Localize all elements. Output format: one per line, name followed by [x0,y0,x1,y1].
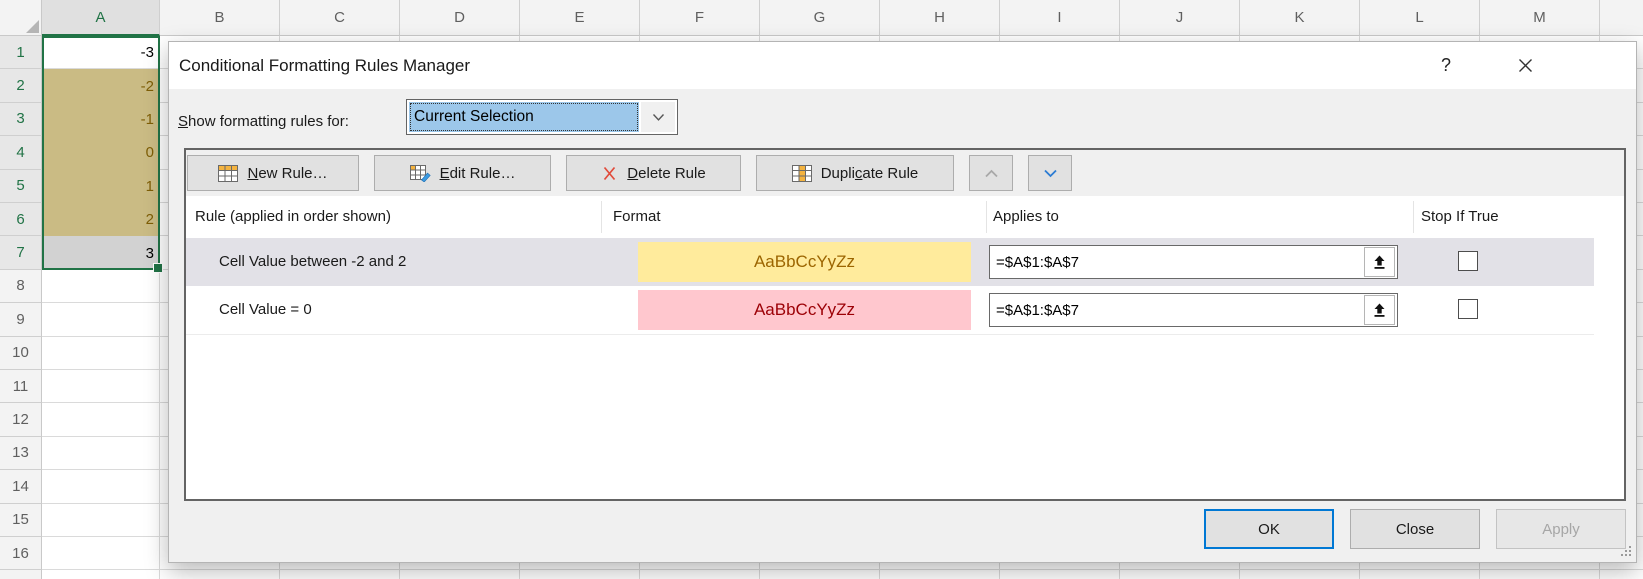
row-header-10[interactable]: 10 [0,337,42,370]
apply-button[interactable]: Apply [1496,509,1626,549]
row-header-9[interactable]: 9 [0,303,42,336]
row-header-1[interactable]: 1 [0,36,42,69]
applies-to-input[interactable] [989,293,1398,327]
row-header-3[interactable]: 3 [0,103,42,136]
cell-a1[interactable]: -3 [43,36,159,69]
select-all-corner[interactable] [0,0,42,36]
show-rules-label: Show formatting rules for: [178,108,349,136]
button-label: Duplicate Rule [821,165,919,182]
edit-rule-button[interactable]: Edit Rule… [374,155,551,191]
resize-grip[interactable] [1618,543,1631,556]
column-header-c[interactable]: C [280,0,400,36]
row-header-14[interactable]: 14 [0,470,42,503]
header-stop-if-true: Stop If True [1421,196,1499,238]
column-header-j[interactable]: J [1120,0,1240,36]
column-header-a[interactable]: A [42,0,160,36]
cell-a2[interactable]: -2 [43,69,159,102]
row-header-5[interactable]: 5 [0,170,42,203]
duplicate-rule-button[interactable]: Duplicate Rule [756,155,954,191]
rule-description: Cell Value between -2 and 2 [219,238,406,286]
combo-selected-value: Current Selection [409,102,639,132]
header-format: Format [613,196,661,238]
header-applies-to: Applies to [993,196,1059,238]
cell-a6[interactable]: 2 [43,203,159,236]
delete-x-icon [601,166,618,181]
column-header-m[interactable]: M [1480,0,1600,36]
column-header-filler [1600,0,1643,36]
excel-window: ABCDEFGHIJKLM 12345678910111213141516 -3… [0,0,1643,579]
cf-rules-manager-dialog: Conditional Formatting Rules Manager ? S… [168,41,1637,563]
rules-toolbar: New Rule… Edit Rule… Delete Rule Duplicate … [186,150,1624,196]
format-preview: AaBbCcYyZz [638,290,971,330]
gridline [42,570,1643,579]
column-header-k[interactable]: K [1240,0,1360,36]
format-preview: AaBbCcYyZz [638,242,971,282]
chevron-up-icon [984,169,999,178]
cell-a3[interactable]: -1 [43,103,159,136]
column-header-d[interactable]: D [400,0,520,36]
dialog-title: Conditional Formatting Rules Manager [179,42,470,89]
move-up-button[interactable] [969,155,1013,191]
rules-container: New Rule… Edit Rule… Delete Rule Duplicate … [184,148,1626,501]
column-header-g[interactable]: G [760,0,880,36]
cell-a5[interactable]: 1 [43,170,159,203]
table-edit-icon [410,165,431,182]
column-separator [1413,201,1414,233]
column-header-l[interactable]: L [1360,0,1480,36]
row-header-15[interactable]: 15 [0,504,42,537]
row-header-4[interactable]: 4 [0,136,42,169]
button-label: Edit Rule… [440,165,516,182]
column-header-f[interactable]: F [640,0,760,36]
rule-description: Cell Value = 0 [219,286,312,334]
cell-a4[interactable]: 0 [43,136,159,169]
row-header-2[interactable]: 2 [0,69,42,102]
help-icon[interactable]: ? [1434,42,1458,89]
row-header-16[interactable]: 16 [0,537,42,570]
close-icon[interactable] [1510,42,1540,89]
range-select-button[interactable] [1364,247,1395,277]
column-separator [986,201,987,233]
table-new-icon [218,165,238,182]
cell-a7[interactable]: 3 [43,236,159,269]
rule-row-1[interactable]: Cell Value between -2 and 2 AaBbCcYyZz [186,238,1594,286]
applies-to-input[interactable] [989,245,1398,279]
row-header-filler [0,570,42,579]
dialog-titlebar[interactable]: Conditional Formatting Rules Manager ? [169,42,1636,89]
button-label: New Rule… [247,165,327,182]
close-button[interactable]: Close [1350,509,1480,549]
delete-rule-button[interactable]: Delete Rule [566,155,741,191]
table-duplicate-icon [792,165,812,182]
stop-if-true-checkbox[interactable] [1458,299,1478,319]
header-rule: Rule (applied in order shown) [195,196,391,238]
column-separator [601,201,602,233]
move-down-button[interactable] [1028,155,1072,191]
stop-if-true-checkbox[interactable] [1458,251,1478,271]
chevron-down-icon[interactable] [641,102,675,132]
column-header-b[interactable]: B [160,0,280,36]
select-all-triangle-icon [26,20,39,33]
rule-row-2[interactable]: Cell Value = 0 AaBbCcYyZz [186,286,1594,334]
range-select-button[interactable] [1364,295,1395,325]
column-header-i[interactable]: I [1000,0,1120,36]
button-label: Delete Rule [627,165,705,182]
row-header-6[interactable]: 6 [0,203,42,236]
ok-button[interactable]: OK [1204,509,1334,549]
row-header-7[interactable]: 7 [0,236,42,269]
show-rules-for-select[interactable]: Current Selection [406,99,678,135]
new-rule-button[interactable]: New Rule… [187,155,359,191]
list-header: Rule (applied in order shown) Format App… [186,196,1624,238]
rules-divider [186,334,1594,335]
column-header-e[interactable]: E [520,0,640,36]
row-header-8[interactable]: 8 [0,270,42,303]
row-header-11[interactable]: 11 [0,370,42,403]
chevron-down-icon [1043,169,1058,178]
row-header-12[interactable]: 12 [0,403,42,436]
column-header-h[interactable]: H [880,0,1000,36]
row-header-13[interactable]: 13 [0,437,42,470]
